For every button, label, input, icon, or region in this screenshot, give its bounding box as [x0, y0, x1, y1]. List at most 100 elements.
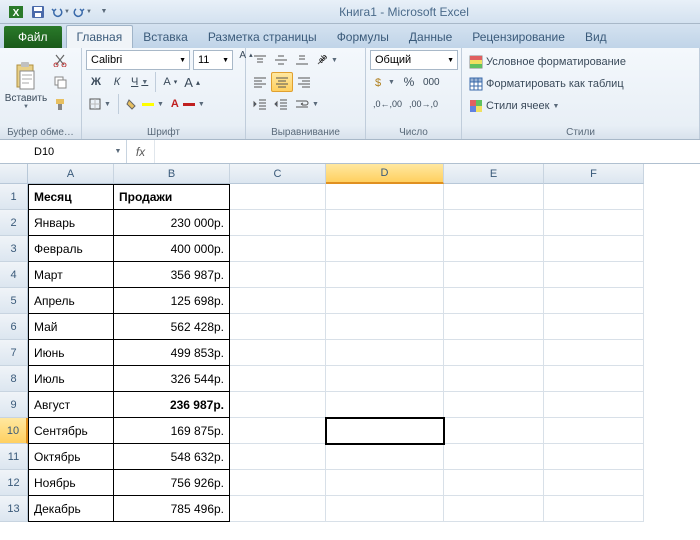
- cell-B5[interactable]: 125 698р.: [114, 288, 230, 314]
- formula-input[interactable]: [155, 146, 700, 158]
- cell-E10[interactable]: [444, 418, 544, 444]
- cell-styles-button[interactable]: Стили ячеек▼: [466, 96, 695, 116]
- cell-A10[interactable]: Сентябрь: [28, 418, 114, 444]
- cell-B4[interactable]: 356 987р.: [114, 262, 230, 288]
- cell-C11[interactable]: [230, 444, 326, 470]
- align-right-icon[interactable]: [294, 72, 314, 92]
- cell-B9[interactable]: 236 987р.: [114, 392, 230, 418]
- cell-F10[interactable]: [544, 418, 644, 444]
- name-box-dropdown-icon[interactable]: ▼: [110, 148, 126, 155]
- cell-E6[interactable]: [444, 314, 544, 340]
- row-header[interactable]: 10: [0, 418, 28, 444]
- cell-B2[interactable]: 230 000р.: [114, 210, 230, 236]
- cell-C9[interactable]: [230, 392, 326, 418]
- tab-home[interactable]: Главная: [66, 25, 134, 48]
- cell-E9[interactable]: [444, 392, 544, 418]
- select-all-corner[interactable]: [0, 164, 28, 184]
- increase-font-icon2[interactable]: A▴: [181, 72, 203, 92]
- cell-C8[interactable]: [230, 366, 326, 392]
- font-color-icon[interactable]: A▼: [168, 94, 208, 114]
- cell-F12[interactable]: [544, 470, 644, 496]
- conditional-formatting-button[interactable]: Условное форматирование: [466, 52, 695, 72]
- format-as-table-button[interactable]: Форматировать как таблиц: [466, 74, 695, 94]
- decrease-indent-icon[interactable]: [250, 94, 270, 114]
- cell-A11[interactable]: Октябрь: [28, 444, 114, 470]
- cell-D8[interactable]: [326, 366, 444, 392]
- cell-B13[interactable]: 785 496р.: [114, 496, 230, 522]
- cell-B10[interactable]: 169 875р.: [114, 418, 230, 444]
- cell-F2[interactable]: [544, 210, 644, 236]
- row-header[interactable]: 9: [0, 392, 28, 418]
- cell-D5[interactable]: [326, 288, 444, 314]
- cell-E1[interactable]: [444, 184, 544, 210]
- cell-D11[interactable]: [326, 444, 444, 470]
- align-bottom-icon[interactable]: [292, 50, 312, 70]
- decrease-decimal-icon[interactable]: ,00→,0: [406, 94, 441, 114]
- col-header-f[interactable]: F: [544, 164, 644, 184]
- redo-icon[interactable]: ▼: [72, 3, 92, 21]
- cell-A7[interactable]: Июнь: [28, 340, 114, 366]
- increase-decimal-icon[interactable]: ,0←,00: [370, 94, 405, 114]
- paste-button[interactable]: Вставить ▼: [4, 50, 48, 118]
- cell-A9[interactable]: Август: [28, 392, 114, 418]
- insert-function-icon[interactable]: fx: [127, 140, 155, 163]
- cell-B11[interactable]: 548 632р.: [114, 444, 230, 470]
- cell-A6[interactable]: Май: [28, 314, 114, 340]
- cell-D12[interactable]: [326, 470, 444, 496]
- row-header[interactable]: 4: [0, 262, 28, 288]
- cell-A13[interactable]: Декабрь: [28, 496, 114, 522]
- cell-D10[interactable]: [326, 418, 444, 444]
- row-header[interactable]: 6: [0, 314, 28, 340]
- number-format-combo[interactable]: Общий▼: [370, 50, 458, 70]
- cell-C1[interactable]: [230, 184, 326, 210]
- cell-E2[interactable]: [444, 210, 544, 236]
- tab-formulas[interactable]: Формулы: [327, 26, 399, 48]
- cell-D1[interactable]: [326, 184, 444, 210]
- row-header[interactable]: 8: [0, 366, 28, 392]
- borders-icon[interactable]: ▼: [86, 94, 114, 114]
- italic-button[interactable]: К: [107, 72, 127, 92]
- cell-F5[interactable]: [544, 288, 644, 314]
- cell-C7[interactable]: [230, 340, 326, 366]
- cell-C5[interactable]: [230, 288, 326, 314]
- cell-F3[interactable]: [544, 236, 644, 262]
- row-header[interactable]: 1: [0, 184, 28, 210]
- align-top-icon[interactable]: [250, 50, 270, 70]
- cell-E11[interactable]: [444, 444, 544, 470]
- row-header[interactable]: 3: [0, 236, 28, 262]
- cell-D7[interactable]: [326, 340, 444, 366]
- align-middle-icon[interactable]: [271, 50, 291, 70]
- tab-page-layout[interactable]: Разметка страницы: [198, 26, 327, 48]
- cell-F11[interactable]: [544, 444, 644, 470]
- row-header[interactable]: 5: [0, 288, 28, 314]
- col-header-a[interactable]: A: [28, 164, 114, 184]
- tab-review[interactable]: Рецензирование: [462, 26, 575, 48]
- col-header-b[interactable]: B: [114, 164, 230, 184]
- copy-icon[interactable]: [50, 72, 70, 92]
- tab-insert[interactable]: Вставка: [133, 26, 198, 48]
- comma-icon[interactable]: 000: [420, 72, 443, 92]
- cell-F7[interactable]: [544, 340, 644, 366]
- cell-B7[interactable]: 499 853р.: [114, 340, 230, 366]
- tab-view[interactable]: Вид: [575, 26, 617, 48]
- cell-D13[interactable]: [326, 496, 444, 522]
- cell-C6[interactable]: [230, 314, 326, 340]
- cell-C3[interactable]: [230, 236, 326, 262]
- cell-F8[interactable]: [544, 366, 644, 392]
- name-box[interactable]: [28, 146, 110, 158]
- cell-E4[interactable]: [444, 262, 544, 288]
- cut-icon[interactable]: [50, 50, 70, 70]
- fill-color-icon[interactable]: ▼: [123, 94, 167, 114]
- cell-A2[interactable]: Январь: [28, 210, 114, 236]
- cell-B8[interactable]: 326 544р.: [114, 366, 230, 392]
- cell-E8[interactable]: [444, 366, 544, 392]
- save-icon[interactable]: [28, 3, 48, 21]
- cell-B6[interactable]: 562 428р.: [114, 314, 230, 340]
- cell-C4[interactable]: [230, 262, 326, 288]
- file-tab[interactable]: Файл: [4, 26, 62, 48]
- cell-D9[interactable]: [326, 392, 444, 418]
- align-center-icon[interactable]: [271, 72, 293, 92]
- cell-D4[interactable]: [326, 262, 444, 288]
- cell-D6[interactable]: [326, 314, 444, 340]
- cell-A5[interactable]: Апрель: [28, 288, 114, 314]
